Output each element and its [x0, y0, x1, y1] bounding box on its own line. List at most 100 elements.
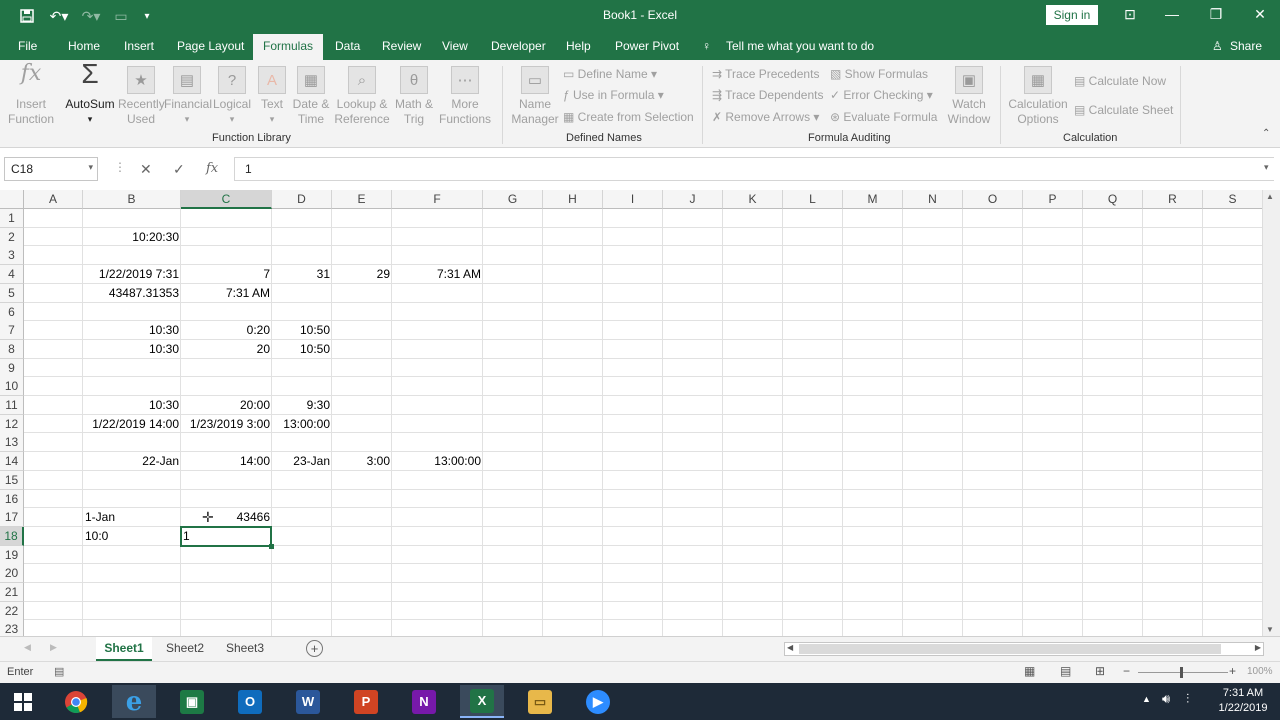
lookup-reference-button[interactable]: ⌕ Lookup & Reference: [334, 66, 390, 127]
scroll-up-icon[interactable]: ▲: [1266, 192, 1274, 201]
cell-c11[interactable]: 20:00: [181, 396, 272, 415]
row-header-7[interactable]: 7: [0, 321, 24, 341]
row-header-12[interactable]: 12: [0, 414, 24, 434]
normal-view-icon[interactable]: ▦: [1024, 664, 1035, 678]
define-name-button[interactable]: ▭ Define Name ▾: [563, 67, 657, 81]
sheet-tab-sheet1[interactable]: Sheet1: [96, 637, 152, 661]
math-trig-button[interactable]: θ Math & Trig: [392, 66, 436, 127]
close-icon[interactable]: ✕: [1248, 6, 1272, 23]
show-hidden-icons-icon[interactable]: ▲: [1142, 694, 1151, 704]
row-header-8[interactable]: 8: [0, 339, 24, 359]
tab-help[interactable]: Help: [566, 39, 591, 53]
scroll-down-icon[interactable]: ▼: [1266, 625, 1274, 634]
collapse-ribbon-icon[interactable]: ⌃: [1262, 128, 1270, 139]
powerpoint-icon[interactable]: P: [344, 685, 388, 718]
row-header-14[interactable]: 14: [0, 452, 24, 472]
tab-file[interactable]: File: [18, 39, 37, 53]
cell-b11[interactable]: 10:30: [83, 396, 181, 415]
next-sheet-icon[interactable]: ▶: [50, 642, 57, 653]
cell-d11[interactable]: 9:30: [272, 396, 332, 415]
word-icon[interactable]: W: [286, 685, 330, 718]
column-header-l[interactable]: L: [783, 190, 843, 209]
row-header-20[interactable]: 20: [0, 564, 24, 584]
cell-b8[interactable]: 10:30: [83, 340, 181, 359]
show-formulas-button[interactable]: ▧ Show Formulas: [830, 67, 928, 81]
column-header-g[interactable]: G: [483, 190, 543, 209]
tell-me-search[interactable]: Tell me what you want to do: [726, 39, 874, 53]
cell-b2[interactable]: 10:20:30: [83, 228, 181, 247]
horizontal-scrollbar[interactable]: ◀ ▶: [784, 642, 1264, 656]
column-header-i[interactable]: I: [603, 190, 663, 209]
formula-input[interactable]: 1: [234, 157, 1274, 181]
error-checking-button[interactable]: ✓ Error Checking ▾: [830, 88, 933, 102]
use-in-formula-button[interactable]: ƒ Use in Formula ▾: [563, 88, 664, 102]
new-sheet-icon[interactable]: +: [306, 640, 323, 657]
column-header-r[interactable]: R: [1143, 190, 1203, 209]
cell-d14[interactable]: 23-Jan: [272, 452, 332, 471]
remove-arrows-button[interactable]: ✗ Remove Arrows ▾: [712, 110, 819, 124]
row-header-16[interactable]: 16: [0, 489, 24, 509]
calculate-now-button[interactable]: ▤ Calculate Now: [1074, 74, 1166, 88]
calculation-options-button[interactable]: ▦ Calculation Options: [1006, 66, 1070, 127]
cell-d7[interactable]: 10:50: [272, 321, 332, 340]
date-time-button[interactable]: ▦ Date & Time: [290, 66, 332, 127]
row-header-21[interactable]: 21: [0, 583, 24, 602]
column-header-s[interactable]: S: [1203, 190, 1262, 209]
column-header-a[interactable]: A: [24, 190, 83, 209]
ribbon-display-icon[interactable]: ⊡: [1118, 6, 1142, 23]
volume-icon[interactable]: 🔊︎: [1162, 691, 1170, 707]
cell-c17[interactable]: 43466: [181, 508, 272, 527]
tab-insert[interactable]: Insert: [124, 39, 154, 53]
zoom-in-icon[interactable]: +: [1229, 664, 1236, 678]
vertical-scrollbar[interactable]: ▲ ▼: [1262, 190, 1280, 636]
restore-icon[interactable]: ❐: [1204, 6, 1228, 23]
sign-in-button[interactable]: Sign in: [1046, 5, 1098, 25]
cell-b5[interactable]: 43487.31353: [83, 284, 181, 303]
row-header-23[interactable]: 23: [0, 620, 24, 636]
calculate-sheet-button[interactable]: ▤ Calculate Sheet: [1074, 103, 1173, 117]
watch-window-button[interactable]: ▣ Watch Window: [944, 66, 994, 127]
cell-c7[interactable]: 0:20: [181, 321, 272, 340]
excel-store-icon[interactable]: ▣: [170, 685, 214, 718]
expand-formula-bar-icon[interactable]: ▾: [1264, 162, 1269, 173]
tab-formulas[interactable]: Formulas: [253, 34, 324, 61]
cell-f4[interactable]: 7:31 AM: [392, 265, 483, 284]
name-box[interactable]: C18 ▾: [4, 157, 98, 181]
scroll-right-icon[interactable]: ▶: [1255, 643, 1261, 652]
cell-e4[interactable]: 29: [332, 265, 392, 284]
tab-data[interactable]: Data: [335, 39, 360, 53]
cell-b14[interactable]: 22-Jan: [83, 452, 181, 471]
column-header-p[interactable]: P: [1023, 190, 1083, 209]
row-header-3[interactable]: 3: [0, 246, 24, 266]
row-header-15[interactable]: 15: [0, 470, 24, 490]
zoom-level[interactable]: 100%: [1247, 666, 1273, 677]
tab-developer[interactable]: Developer: [491, 39, 546, 53]
tab-power-pivot[interactable]: Power Pivot: [615, 39, 679, 53]
column-header-h[interactable]: H: [543, 190, 603, 209]
zoom-slider-thumb[interactable]: [1180, 667, 1183, 678]
insert-function-button[interactable]: fx Insert Function: [6, 63, 56, 127]
cell-d12[interactable]: 13:00:00: [272, 415, 332, 434]
row-header-19[interactable]: 19: [0, 545, 24, 565]
confirm-entry-icon[interactable]: ✓: [173, 161, 185, 178]
recently-used-button[interactable]: ★ Recently Used: [118, 66, 165, 127]
macro-record-icon[interactable]: ▤: [54, 665, 64, 678]
cell-c14[interactable]: 14:00: [181, 452, 272, 471]
cell-d8[interactable]: 10:50: [272, 340, 332, 359]
column-header-d[interactable]: D: [272, 190, 332, 209]
internet-explorer-icon[interactable]: e: [112, 685, 156, 718]
file-explorer-icon[interactable]: ▭: [518, 685, 562, 718]
share-button[interactable]: Share: [1230, 39, 1262, 53]
row-header-6[interactable]: 6: [0, 302, 24, 322]
cell-b4[interactable]: 1/22/2019 7:31: [83, 265, 181, 284]
column-header-f[interactable]: F: [392, 190, 483, 209]
column-header-k[interactable]: K: [723, 190, 783, 209]
prev-sheet-icon[interactable]: ◀: [24, 642, 31, 653]
row-header-18[interactable]: 18: [0, 526, 24, 546]
cell-c8[interactable]: 20: [181, 340, 272, 359]
evaluate-formula-button[interactable]: ⊛ Evaluate Formula: [830, 110, 937, 124]
cell-b17[interactable]: 1-Jan: [83, 508, 181, 527]
cell-e14[interactable]: 3:00: [332, 452, 392, 471]
zoom-app-icon[interactable]: ▶: [576, 685, 620, 718]
row-header-13[interactable]: 13: [0, 433, 24, 453]
